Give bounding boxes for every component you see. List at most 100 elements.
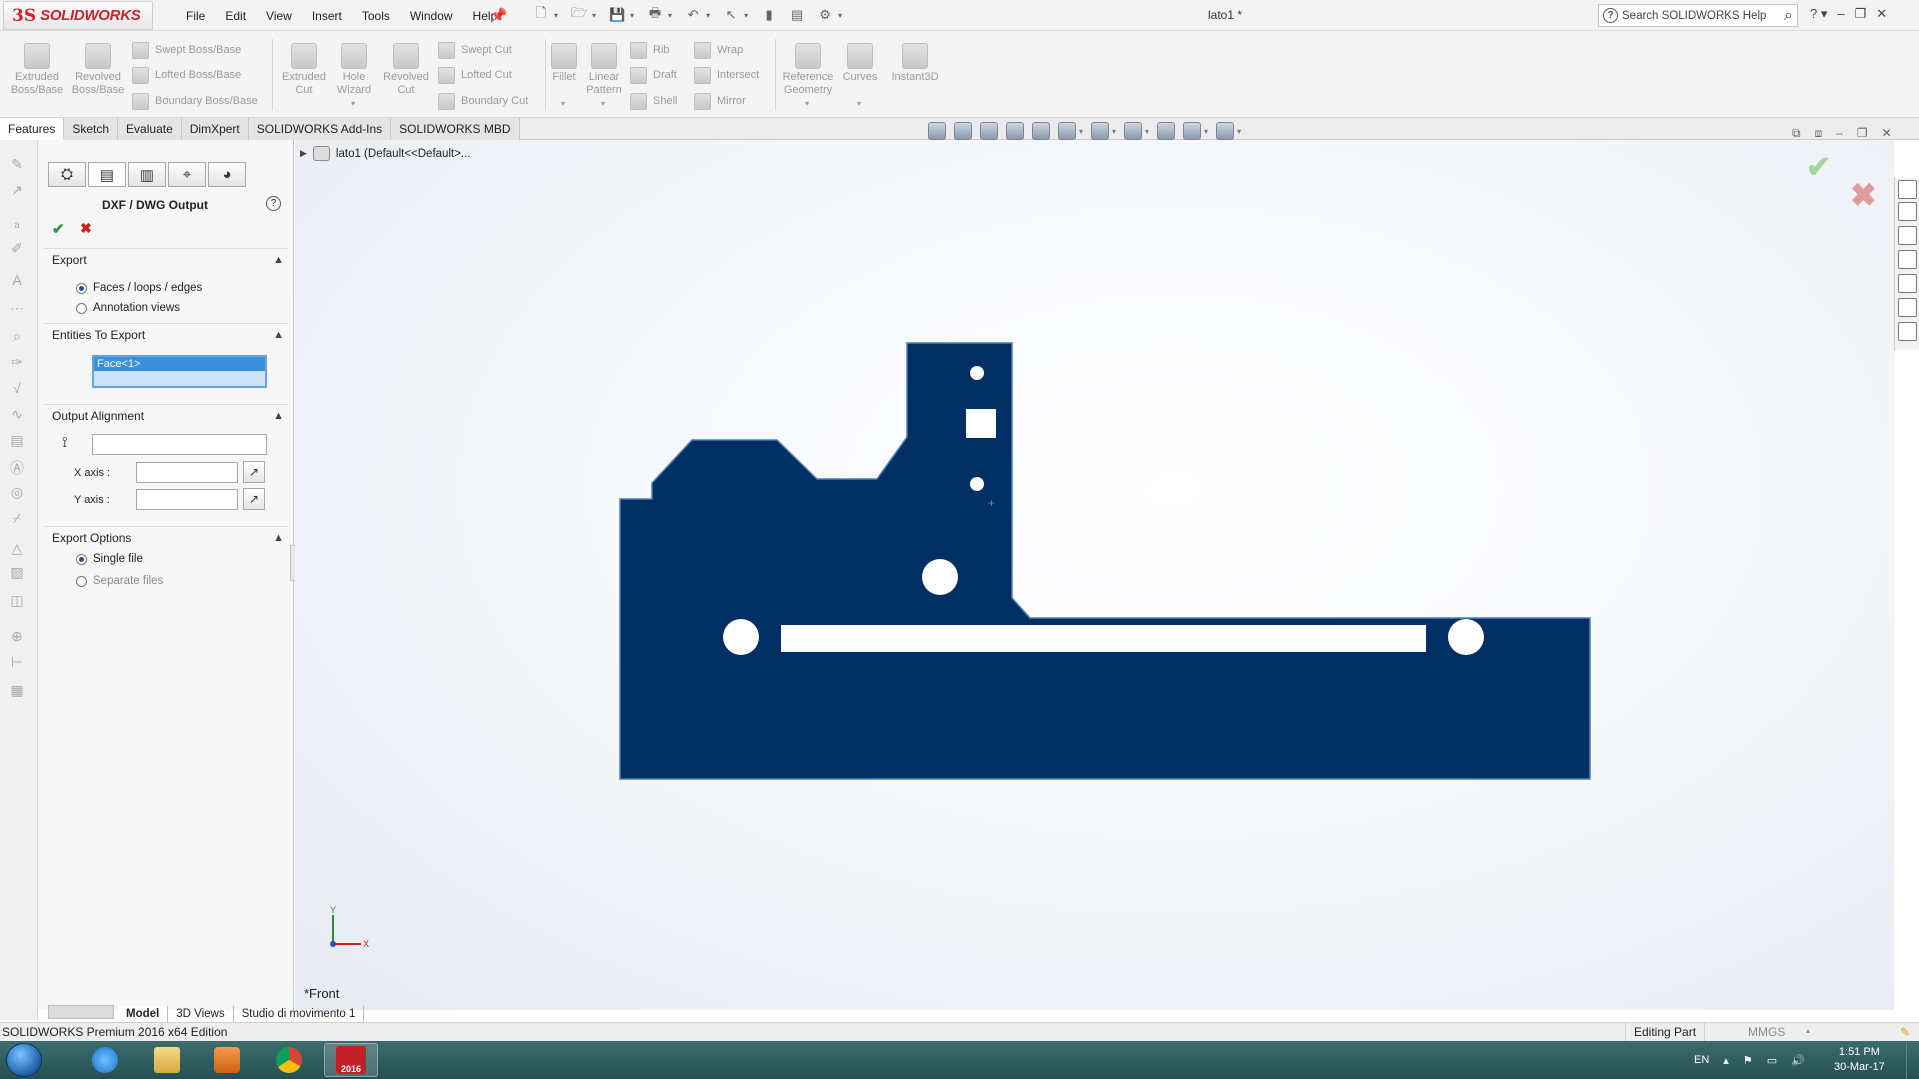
zoom-to-fit-icon[interactable]: [928, 122, 946, 140]
chevron-down-icon[interactable]: ▾: [351, 99, 355, 108]
save-icon[interactable]: 💾: [606, 5, 628, 25]
tab-3d-views[interactable]: 3D Views: [168, 1006, 234, 1022]
minimize-window-icon[interactable]: –: [1837, 6, 1844, 22]
origin-field[interactable]: [92, 434, 267, 455]
hide-show-items-icon[interactable]: [1124, 122, 1143, 140]
tab-sketch[interactable]: Sketch: [64, 118, 119, 140]
weld-symbol-icon[interactable]: ⌿: [7, 510, 27, 528]
show-desktop-button[interactable]: [1906, 1041, 1919, 1079]
mirror-button[interactable]: Mirror: [694, 91, 746, 111]
chevron-down-icon[interactable]: ▾: [1145, 127, 1149, 136]
network-icon[interactable]: ▭: [1767, 1054, 1777, 1067]
undo-icon[interactable]: ↶: [682, 5, 704, 25]
search-tool-icon[interactable]: ⌕: [7, 328, 27, 346]
layer-table-icon[interactable]: ▦: [7, 682, 27, 700]
feature-tree-flyout[interactable]: ▶ lato1 (Default<<Default>...: [300, 146, 471, 161]
home-icon[interactable]: [1898, 180, 1917, 199]
check-tool-icon[interactable]: √: [7, 380, 27, 398]
section-view-icon[interactable]: [1006, 122, 1024, 140]
property-manager-tab-icon[interactable]: ▤: [88, 162, 126, 187]
language-indicator[interactable]: EN: [1694, 1054, 1709, 1066]
zoom-to-area-icon[interactable]: [954, 122, 972, 140]
linear-pattern-button[interactable]: Linear Pattern: [576, 43, 632, 97]
start-button-icon[interactable]: [6, 1043, 42, 1077]
font-icon[interactable]: A: [7, 272, 27, 290]
unit-system-selector[interactable]: MMGS: [1748, 1025, 1785, 1039]
entities-group-header[interactable]: Entities To Export ▲: [44, 324, 288, 346]
volume-icon[interactable]: 🔊: [1791, 1054, 1805, 1067]
shell-button[interactable]: Shell: [630, 91, 677, 111]
reverse-direction-icon[interactable]: ↗: [243, 488, 265, 510]
confirmation-cancel-icon[interactable]: ✖: [1850, 176, 1877, 214]
appearances-icon[interactable]: [1898, 274, 1917, 293]
show-hidden-icons-icon[interactable]: ▴: [1723, 1054, 1729, 1067]
feature-manager-tab-icon[interactable]: ⛭: [48, 162, 86, 187]
lofted-boss-button[interactable]: Lofted Boss/Base: [132, 65, 241, 85]
taskbar-clock[interactable]: 1:51 PM 30-Mar-17: [1834, 1045, 1885, 1075]
pen-tool-icon[interactable]: ✐: [7, 240, 27, 258]
chevron-down-icon[interactable]: ▾: [857, 99, 861, 108]
tab-motion-study[interactable]: Studio di movimento 1: [234, 1006, 365, 1022]
design-library-icon[interactable]: [1898, 202, 1917, 221]
chevron-down-icon[interactable]: ▾: [1112, 127, 1116, 136]
revolved-cut-button[interactable]: Revolved Cut: [378, 43, 434, 97]
x-axis-field[interactable]: [136, 462, 238, 483]
forum-icon[interactable]: [1898, 322, 1917, 341]
open-folder-icon[interactable]: 🗁: [568, 5, 590, 25]
dynamic-annotation-icon[interactable]: [1032, 122, 1050, 140]
menu-insert[interactable]: Insert: [302, 9, 352, 23]
graphics-area[interactable]: + Y X: [295, 140, 1894, 1010]
search-icon[interactable]: ⌕: [1784, 7, 1793, 25]
print-icon[interactable]: 🖶: [644, 5, 666, 25]
edit-appearance-icon[interactable]: [1157, 122, 1176, 140]
boundary-boss-button[interactable]: Boundary Boss/Base: [132, 91, 258, 111]
menu-view[interactable]: View: [256, 9, 302, 23]
select-cursor-icon[interactable]: ↖: [720, 5, 742, 25]
solidworks-logo[interactable]: 3S SOLIDWORKS: [3, 1, 153, 30]
view-palette-icon[interactable]: [1898, 250, 1917, 269]
curve-tool-icon[interactable]: ∿: [7, 406, 27, 424]
chevron-down-icon[interactable]: ▾: [630, 11, 634, 20]
chevron-down-icon[interactable]: ▾: [1204, 127, 1208, 136]
chevron-down-icon[interactable]: ▾: [592, 11, 596, 20]
file-explorer-taskbar-icon[interactable]: [140, 1043, 194, 1077]
smart-dimension-icon[interactable]: ↗: [7, 182, 27, 200]
draft-button[interactable]: Draft: [630, 65, 677, 85]
radio-annotation-views[interactable]: Annotation views: [76, 302, 180, 314]
instant3d-button[interactable]: Instant3D: [886, 43, 944, 84]
media-player-icon[interactable]: [200, 1043, 254, 1077]
boundary-cut-button[interactable]: Boundary Cut: [438, 91, 528, 111]
tree-part-label[interactable]: lato1 (Default<<Default>...: [336, 148, 471, 160]
extruded-boss-button[interactable]: Extruded Boss/Base: [9, 43, 65, 97]
menu-file[interactable]: File: [176, 9, 215, 23]
expand-triangle-icon[interactable]: ▶: [300, 148, 307, 159]
radio-separate-files[interactable]: Separate files: [76, 575, 163, 587]
chevron-down-icon[interactable]: ▾: [1237, 127, 1241, 136]
radio-faces-loops-edges[interactable]: Faces / loops / edges: [76, 282, 202, 294]
cancel-x-icon[interactable]: ✖: [80, 220, 92, 237]
sketch-tool-icon[interactable]: ✎: [7, 156, 27, 174]
chevron-up-icon[interactable]: ▲: [273, 532, 284, 544]
rebuild-icon[interactable]: ▮: [758, 5, 780, 25]
extruded-cut-button[interactable]: Extruded Cut: [276, 43, 332, 97]
chevron-up-icon[interactable]: ▲: [273, 410, 284, 422]
apply-scene-icon[interactable]: [1183, 122, 1202, 140]
hatch-icon[interactable]: ▨: [7, 564, 27, 582]
previous-view-icon[interactable]: [980, 122, 998, 140]
brush-icon[interactable]: ✑: [7, 354, 27, 372]
restore-document-icon[interactable]: ❐: [1857, 126, 1868, 141]
radio-single-file[interactable]: Single file: [76, 553, 143, 565]
custom-properties-icon[interactable]: [1898, 298, 1917, 317]
swept-boss-button[interactable]: Swept Boss/Base: [132, 40, 241, 60]
internet-explorer-icon[interactable]: [78, 1043, 132, 1077]
intersect-button[interactable]: Intersect: [694, 65, 759, 85]
face-1-outline[interactable]: [619, 342, 1591, 780]
centerline-icon[interactable]: ⊢: [7, 654, 27, 672]
chevron-down-icon[interactable]: ▾: [805, 99, 809, 108]
tab-scroll-arrows[interactable]: [48, 1005, 114, 1019]
file-properties-icon[interactable]: ▤: [786, 5, 808, 25]
chevron-up-icon[interactable]: ▲: [273, 254, 284, 266]
export-group-header[interactable]: Export ▲: [44, 249, 288, 271]
tab-features[interactable]: Features: [0, 118, 65, 140]
reference-geometry-button[interactable]: Reference Geometry: [779, 43, 837, 97]
